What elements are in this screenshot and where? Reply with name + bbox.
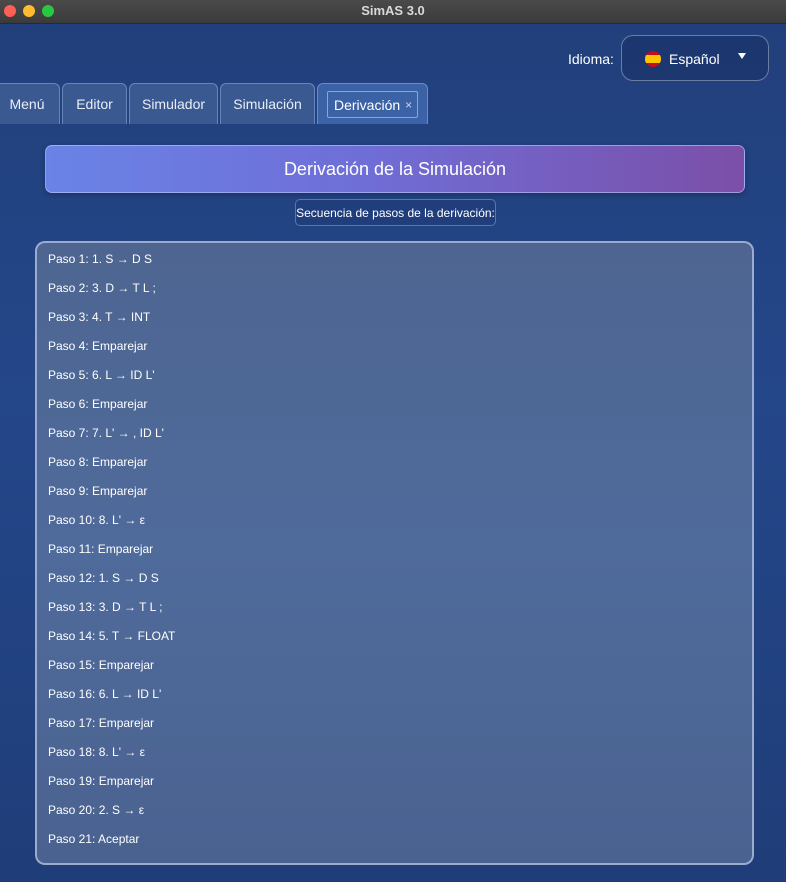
list-item: Paso 1: 1. S → D S: [48, 252, 153, 266]
list-item: Paso 21: Aceptar: [48, 832, 140, 846]
list-item: Paso 10: 8. L' → ε: [48, 513, 146, 527]
tab-menu[interactable]: Menú: [0, 83, 60, 124]
list-item: Paso 18: 8. L' → ε: [48, 745, 146, 759]
steps-list: Paso 1: 1. S → D S Paso 2: 3. D → T L ; …: [48, 251, 175, 860]
list-item: Paso 13: 3. D → T L ;: [48, 600, 163, 614]
tab-editor[interactable]: Editor: [62, 83, 127, 124]
language-select[interactable]: Español: [621, 35, 769, 81]
derivation-steps-panel[interactable]: Paso 1: 1. S → D S Paso 2: 3. D → T L ; …: [35, 241, 754, 865]
list-item: Paso 5: 6. L → ID L': [48, 368, 155, 382]
list-item: Paso 19: Emparejar: [48, 774, 155, 788]
page-title: Derivación de la Simulación: [45, 145, 745, 193]
spain-flag-icon: [645, 51, 661, 67]
window-titlebar: SimAS 3.0: [0, 0, 786, 24]
tab-label: Editor: [76, 96, 113, 112]
tab-label: Simulación: [233, 96, 302, 112]
tab-label: Derivación: [334, 96, 401, 113]
list-item: Paso 17: Emparejar: [48, 716, 155, 730]
language-value: Español: [669, 51, 720, 67]
list-item: Paso 12: 1. S → D S: [48, 571, 159, 585]
list-item: Paso 9: Emparejar: [48, 484, 148, 498]
list-item: Paso 14: 5. T → FLOAT: [48, 629, 176, 643]
list-item: Paso 2: 3. D → T L ;: [48, 281, 156, 295]
section-subtitle: Secuencia de pasos de la derivación:: [295, 199, 496, 226]
list-item: Paso 4: Emparejar: [48, 339, 148, 353]
list-item: Paso 3: 4. T → INT: [48, 310, 151, 324]
tab-simulacion[interactable]: Simulación: [220, 83, 315, 124]
list-item: Paso 7: 7. L' → , ID L': [48, 426, 164, 440]
chevron-down-icon: [738, 53, 746, 59]
tab-derivacion[interactable]: Derivación ×: [317, 83, 428, 124]
list-item: Paso 15: Emparejar: [48, 658, 155, 672]
tab-simulador[interactable]: Simulador: [129, 83, 218, 124]
list-item: Paso 20: 2. S → ε: [48, 803, 145, 817]
tab-label: Simulador: [141, 96, 206, 112]
list-item: Paso 16: 6. L → ID L': [48, 687, 162, 701]
list-item: Paso 6: Emparejar: [48, 397, 148, 411]
close-icon[interactable]: ×: [405, 98, 412, 112]
language-label: Idioma:: [568, 51, 614, 67]
list-item: Paso 11: Emparejar: [48, 542, 154, 556]
tab-derivacion-focus: Derivación ×: [327, 91, 418, 118]
tab-label: Menú: [9, 96, 45, 112]
window-title: SimAS 3.0: [361, 3, 425, 18]
list-item: Paso 8: Emparejar: [48, 455, 148, 469]
